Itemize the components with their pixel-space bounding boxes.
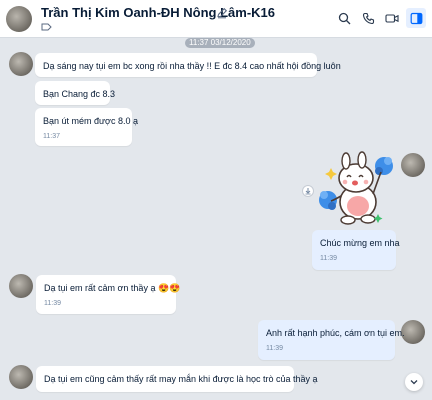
sender-avatar[interactable] xyxy=(9,365,33,389)
pom-pom-right xyxy=(375,157,393,175)
sender-avatar[interactable] xyxy=(9,52,33,76)
message-bubble[interactable]: Bạn út mém được 8.0 ạ 11:37 xyxy=(35,108,138,146)
video-call-button[interactable] xyxy=(382,8,402,28)
message-bubble[interactable]: Dạ sáng nay tụi em bc xong rồi nha thầy … xyxy=(35,53,341,77)
message-bubble[interactable]: Bạn Chang đc 8.3 xyxy=(35,81,116,105)
header-actions xyxy=(334,8,426,28)
pom-pom-left xyxy=(319,191,337,210)
label-tag-icon[interactable] xyxy=(41,22,52,32)
contact-avatar[interactable] xyxy=(6,6,32,32)
message-text: Bạn Chang đc 8.3 xyxy=(43,89,116,99)
download-sticker-button[interactable] xyxy=(302,185,314,197)
message-text: Anh rất hạnh phúc, cám ơn tụi em. xyxy=(266,328,405,338)
phone-icon xyxy=(362,12,374,24)
my-avatar[interactable] xyxy=(401,320,425,344)
message-time: 11:39 xyxy=(44,300,61,307)
message-bubble[interactable]: Dạ tụi em cũng cảm thấy rất may mắn khi … xyxy=(36,366,318,392)
contact-name[interactable]: Trần Thị Kim Oanh-ĐH Nông Lâm-K16 xyxy=(41,5,275,20)
message-time: 11:39 xyxy=(266,345,283,352)
message-text: Dạ tụi em cũng cảm thấy rất may mắn khi … xyxy=(44,374,318,384)
sender-avatar[interactable] xyxy=(9,274,33,298)
voice-call-button[interactable] xyxy=(358,8,378,28)
message-time: 11:39 xyxy=(320,255,337,262)
message-bubble[interactable]: Dạ tụi em rất cảm ơn thầy ạ 😍😍 11:39 xyxy=(36,275,181,314)
message-bubble[interactable]: Chúc mừng em nha 11:39 xyxy=(312,230,400,270)
message-bubble[interactable]: Anh rất hạnh phúc, cám ơn tụi em. 11:39 xyxy=(258,320,405,360)
message-list[interactable]: 11:37 03/12/2020 Dạ sáng nay tụi em bc x… xyxy=(0,38,432,400)
search-button[interactable] xyxy=(334,8,354,28)
chevron-down-icon xyxy=(410,380,418,385)
date-separator: 11:37 03/12/2020 xyxy=(185,38,255,48)
message-time: 11:37 xyxy=(43,133,60,140)
conversation-info-toggle[interactable] xyxy=(406,8,426,28)
video-icon xyxy=(385,13,399,23)
scroll-to-bottom-button[interactable] xyxy=(405,373,423,391)
search-icon xyxy=(338,12,350,24)
sidebar-toggle-icon xyxy=(410,12,422,24)
chat-header: Trần Thị Kim Oanh-ĐH Nông Lâm-K16 xyxy=(0,0,432,38)
message-text: Bạn út mém được 8.0 ạ xyxy=(43,116,138,126)
download-icon xyxy=(305,188,311,195)
message-text: Dạ tụi em rất cảm ơn thầy ạ 😍😍 xyxy=(44,283,181,293)
message-text: Chúc mừng em nha xyxy=(320,238,400,248)
cheering-bunny-sticker[interactable] xyxy=(318,150,402,228)
my-avatar[interactable] xyxy=(401,153,425,177)
edit-name-icon[interactable] xyxy=(215,6,229,20)
message-text: Dạ sáng nay tụi em bc xong rồi nha thầy … xyxy=(43,61,341,71)
